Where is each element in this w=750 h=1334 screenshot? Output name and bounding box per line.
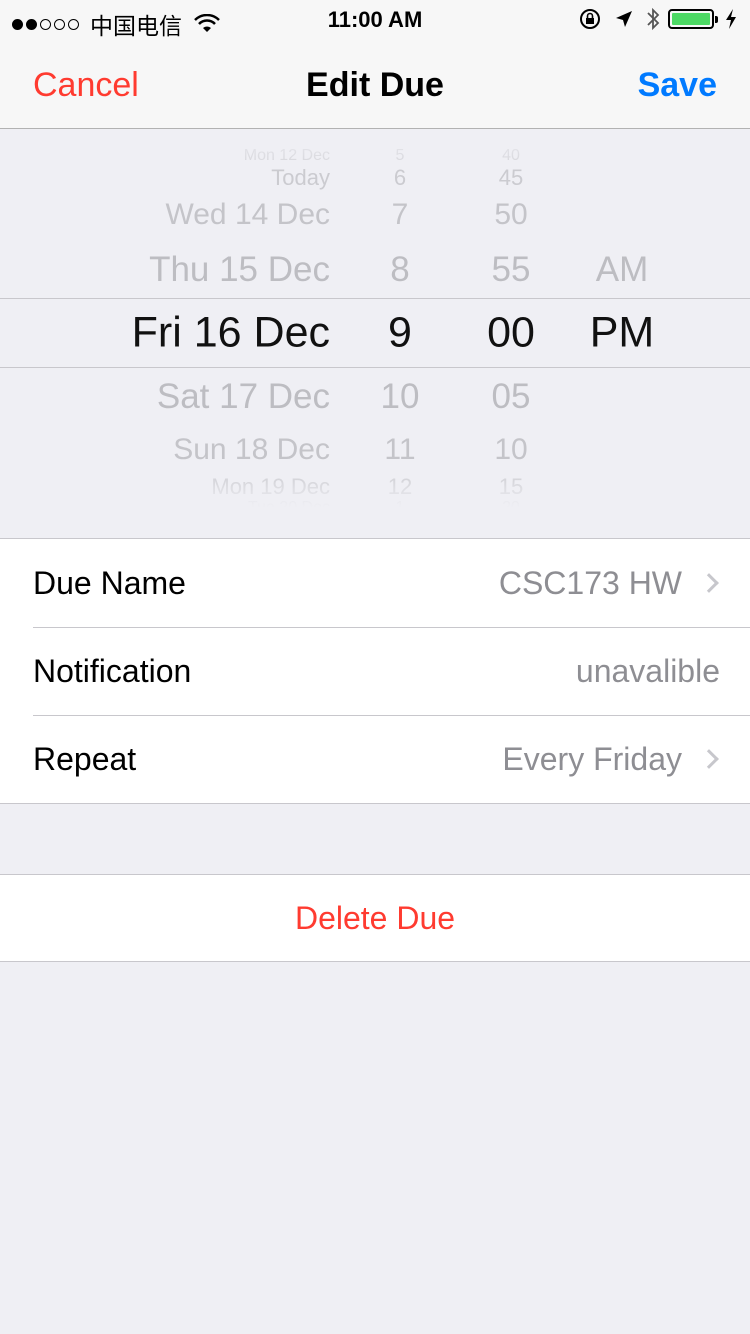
notification-value: unavalible bbox=[575, 652, 720, 689]
picker-date: Today bbox=[271, 165, 330, 190]
picker-hour: 1 bbox=[395, 499, 405, 508]
save-button[interactable]: Save bbox=[638, 66, 717, 105]
picker-minute: 45 bbox=[498, 165, 524, 190]
repeat-value: Every Friday bbox=[502, 740, 682, 777]
charging-bolt-icon bbox=[726, 9, 736, 29]
picker-date: Wed 14 Dec bbox=[165, 198, 330, 231]
picker-ampm: PM bbox=[589, 308, 655, 357]
status-right bbox=[578, 7, 738, 31]
chevron-right-icon bbox=[699, 573, 719, 593]
date-time-picker[interactable]: Mon 12 Dec 5 40 Today 6 45 Wed 14 Dec 7 50 Thu 15… bbox=[0, 130, 750, 508]
due-name-cell[interactable]: Due Name CSC173 HW bbox=[0, 539, 750, 627]
delete-section: Delete Due bbox=[0, 874, 750, 962]
location-arrow-icon bbox=[616, 11, 632, 27]
navigation-bar: Cancel Edit Due Save bbox=[0, 40, 750, 129]
repeat-cell[interactable]: Repeat Every Friday bbox=[0, 715, 750, 803]
picker-date: Sat 17 Dec bbox=[156, 377, 330, 416]
picker-hour: 7 bbox=[391, 198, 409, 231]
picker-date: Tue 20 Dec bbox=[247, 499, 330, 508]
picker-minute: 05 bbox=[491, 377, 531, 416]
picker-date: Fri 16 Dec bbox=[131, 308, 330, 357]
picker-minute: 50 bbox=[494, 198, 528, 231]
chevron-right-icon bbox=[699, 749, 719, 769]
battery-icon bbox=[668, 9, 718, 29]
picker-date: Mon 19 Dec bbox=[211, 474, 330, 499]
picker-hour: 8 bbox=[390, 250, 410, 289]
picker-date: Thu 15 Dec bbox=[149, 250, 330, 289]
picker-hour: 10 bbox=[380, 377, 420, 416]
picker-minute: 15 bbox=[498, 474, 524, 499]
delete-due-button[interactable]: Delete Due bbox=[295, 900, 455, 937]
picker-minute: 40 bbox=[502, 147, 520, 164]
notification-label: Notification bbox=[33, 652, 192, 689]
notification-cell: Notification unavalible bbox=[0, 627, 750, 715]
repeat-label: Repeat bbox=[33, 740, 137, 777]
picker-hour: 5 bbox=[395, 147, 405, 164]
status-bar: 中国电信 11:00 AM bbox=[0, 0, 750, 40]
picker-minute: 10 bbox=[494, 433, 528, 466]
picker-ampm: AM bbox=[595, 250, 649, 289]
picker-minute: 55 bbox=[491, 250, 531, 289]
picker-hour: 9 bbox=[388, 308, 412, 357]
picker-date: Sun 18 Dec bbox=[173, 433, 330, 466]
due-name-label: Due Name bbox=[33, 564, 186, 601]
picker-date: Mon 12 Dec bbox=[243, 147, 330, 164]
rotation-lock-icon bbox=[580, 9, 600, 29]
due-settings-table: Due Name CSC173 HW Notification unavalib… bbox=[0, 538, 750, 804]
picker-hour: 11 bbox=[384, 433, 416, 466]
picker-hour: 6 bbox=[393, 165, 407, 190]
due-name-value: CSC173 HW bbox=[498, 564, 682, 601]
bluetooth-icon bbox=[647, 7, 660, 31]
picker-minute: 00 bbox=[487, 308, 535, 357]
picker-minute: 20 bbox=[502, 499, 520, 508]
picker-hour: 12 bbox=[387, 474, 413, 499]
